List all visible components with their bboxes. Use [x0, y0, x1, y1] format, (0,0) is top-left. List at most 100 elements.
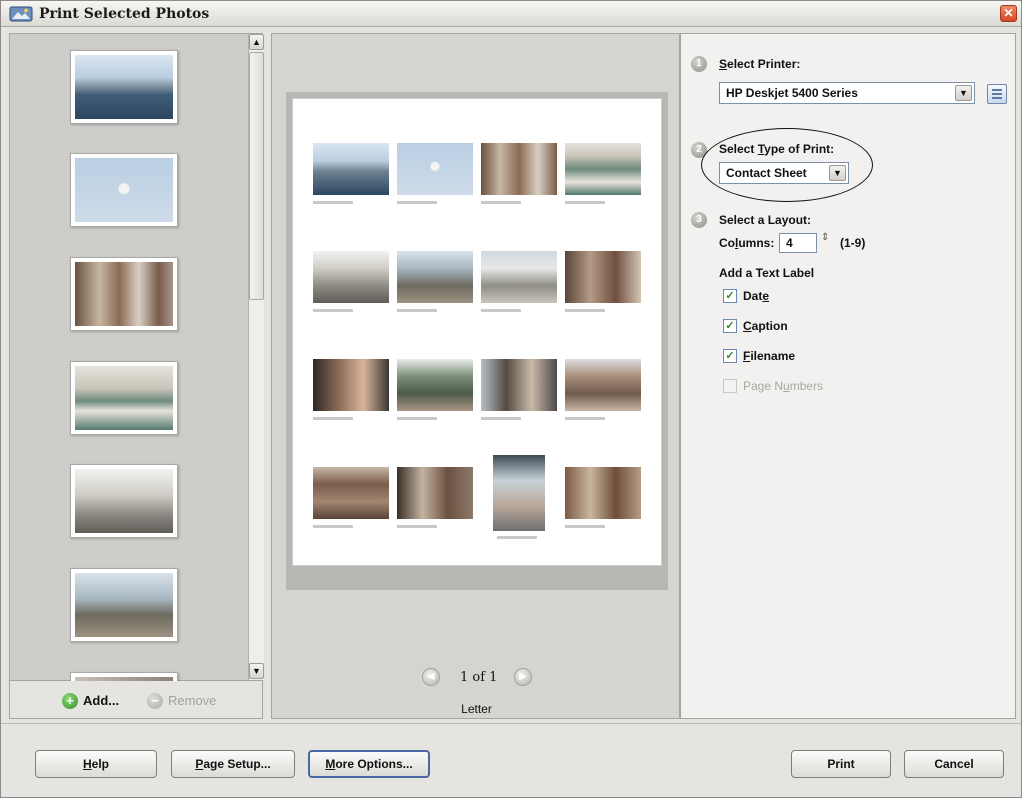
page-setup-button[interactable]: Page Setup... [171, 750, 295, 778]
photo-caption-line [565, 309, 605, 312]
label-text: Dat [743, 289, 763, 303]
photo-marina-people-icon [75, 573, 173, 637]
photo-caption-line [565, 525, 605, 528]
step-1-icon: 1 [691, 56, 707, 72]
paper-size-label: Letter [461, 702, 492, 716]
photo-caption-line [565, 417, 605, 420]
thumbnail-item[interactable] [70, 50, 178, 124]
photo-caption-line [397, 309, 437, 312]
contact-photo [397, 359, 473, 411]
add-text-label-heading: Add a Text Label [719, 266, 815, 280]
contact-photo [481, 359, 557, 411]
previous-page-button[interactable]: ◀ [422, 668, 440, 686]
printer-select[interactable]: HP Deskjet 5400 Series ▼ [719, 82, 975, 104]
mnemonic-u: u [783, 379, 790, 393]
thumbnail-scrollbar[interactable]: ▲ ▼ [248, 34, 264, 680]
label-text: aption [751, 319, 788, 333]
photo-caption-line [397, 201, 437, 204]
settings-panel: 1 Select Printer: HP Deskjet 5400 Series… [680, 33, 1016, 719]
add-remove-bar: + Add... − Remove [9, 681, 263, 719]
photo-caption-line [313, 201, 353, 204]
remove-button: Remove [168, 693, 217, 708]
mnemonic-s: S [719, 57, 728, 71]
more-options-button[interactable]: More Options... [308, 750, 430, 778]
contact-photo [565, 467, 641, 519]
scroll-up-button[interactable]: ▲ [249, 34, 264, 50]
button-label: age Setup... [203, 757, 271, 771]
contact-photo [565, 251, 641, 303]
thumbnail-item[interactable] [70, 361, 178, 435]
thumbnail-item[interactable] [70, 568, 178, 642]
print-dialog: Print Selected Photos ✕ ▲ ▼ + Add... − R… [0, 0, 1022, 798]
window-title: Print Selected Photos [39, 6, 210, 22]
add-icon[interactable]: + [62, 693, 78, 709]
add-button[interactable]: Add... [83, 693, 119, 708]
page-navigator: ◀ 1 of 1 ▶ [422, 668, 542, 688]
photo-caption-line [481, 309, 521, 312]
mnemonic-h: H [82, 757, 92, 771]
photo-boats-harbor-icon [75, 366, 173, 430]
columns-spinner[interactable]: ⇕ [821, 233, 833, 253]
photo-caption-line [397, 525, 437, 528]
chevron-down-icon[interactable]: ▼ [955, 85, 972, 101]
photo-caption-line [481, 201, 521, 204]
mnemonic-e: e [762, 289, 770, 303]
button-label: ore Options... [335, 757, 413, 771]
scroll-thumb[interactable] [249, 52, 264, 300]
highlight-ellipse [701, 128, 873, 202]
photo-beach-sea-icon [75, 55, 173, 119]
contact-photo [313, 359, 389, 411]
page-numbers-checkbox [723, 379, 737, 393]
help-button[interactable]: Help [35, 750, 157, 778]
contact-photo [313, 467, 389, 519]
thumbnail-item[interactable] [70, 153, 178, 227]
filename-label[interactable]: Filename [743, 349, 795, 363]
page-numbers-label: Page Numbers [743, 379, 823, 393]
thumbnail-list[interactable]: ▲ ▼ [9, 33, 264, 682]
label-text: elect Printer: [727, 57, 801, 71]
contact-sheet-page [292, 98, 662, 566]
thumbnail-item[interactable] [70, 464, 178, 538]
next-page-button[interactable]: ▶ [514, 668, 532, 686]
print-preview: ◀ 1 of 1 ▶ Letter [271, 33, 680, 719]
label-text: mbers [789, 379, 824, 393]
columns-input[interactable]: 4 [779, 233, 817, 253]
photo-caption-line [497, 536, 537, 539]
label-text: umns: [738, 236, 775, 250]
photo-caption-line [313, 417, 353, 420]
label-text: Page N [743, 379, 784, 393]
date-label[interactable]: Date [743, 289, 769, 303]
contact-photo [481, 251, 557, 303]
date-checkbox[interactable]: ✓ [723, 289, 737, 303]
photo-icon [9, 6, 33, 22]
contact-photo [565, 143, 641, 195]
mnemonic-m: M [325, 757, 336, 771]
printer-properties-icon[interactable] [987, 84, 1007, 104]
label-text: Co [719, 236, 735, 250]
caption-label[interactable]: Caption [743, 319, 788, 333]
cancel-button[interactable]: Cancel [904, 750, 1004, 778]
columns-label: Columns: [719, 236, 774, 250]
filename-checkbox[interactable]: ✓ [723, 349, 737, 363]
thumbnail-item[interactable] [70, 257, 178, 331]
photo-people-dock-icon [75, 469, 173, 533]
button-label: elp [91, 757, 109, 771]
scroll-down-button[interactable]: ▼ [249, 663, 264, 679]
select-layout-label: Select a Layout: [719, 213, 812, 227]
printer-value: HP Deskjet 5400 Series [726, 86, 858, 100]
photo-parasail-icon [75, 158, 173, 222]
close-button[interactable]: ✕ [1000, 5, 1017, 22]
contact-photo [565, 359, 641, 411]
photo-people-patio-icon [75, 262, 173, 326]
contact-photo [493, 455, 545, 531]
button-bar: Help Page Setup... More Options... Print… [1, 723, 1021, 797]
label-text: ilename [750, 349, 796, 363]
photo-caption-line [481, 417, 521, 420]
print-button[interactable]: Print [791, 750, 891, 778]
caption-checkbox[interactable]: ✓ [723, 319, 737, 333]
title-bar: Print Selected Photos ✕ [1, 1, 1021, 27]
page-indicator: 1 of 1 [460, 670, 498, 685]
remove-icon: − [147, 693, 163, 709]
contact-photo [397, 467, 473, 519]
photo-caption-line [397, 417, 437, 420]
